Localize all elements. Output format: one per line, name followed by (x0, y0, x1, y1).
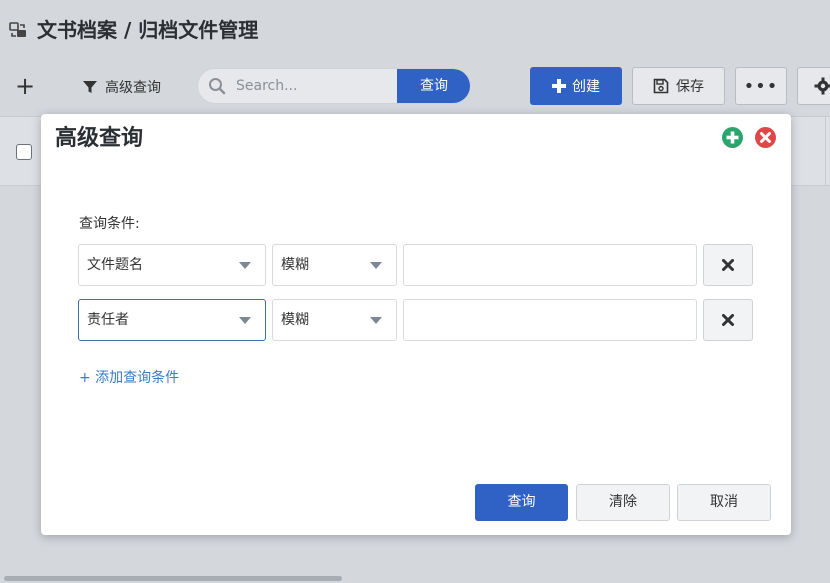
condition-label: 查询条件: (79, 216, 140, 232)
folder-link-icon (9, 22, 26, 37)
condition-row: 责任者 模糊 (78, 299, 754, 341)
condition-row: 文件题名 模糊 (78, 244, 754, 286)
search-icon (209, 78, 226, 95)
operator-select-value: 模糊 (281, 257, 309, 273)
advanced-search-dialog: 高级查询 查询条件: 文件题名 模糊 责任者 模糊 + 添加查询条件 查询 清除… (41, 114, 791, 535)
remove-condition-button[interactable] (703, 299, 753, 341)
caret-down-icon (239, 317, 251, 324)
search-button[interactable]: 查询 (397, 69, 470, 103)
clear-button[interactable]: 清除 (576, 484, 670, 521)
filter-icon (83, 81, 97, 93)
add-button[interactable]: + (13, 74, 37, 99)
advanced-search-label: 高级查询 (105, 80, 161, 96)
field-select-value: 责任者 (87, 312, 129, 328)
select-all-checkbox[interactable] (16, 144, 32, 160)
caret-down-icon (370, 317, 382, 324)
add-condition-link[interactable]: + 添加查询条件 (79, 367, 179, 387)
remove-condition-button[interactable] (703, 244, 753, 286)
caret-down-icon (370, 262, 382, 269)
search-box: 查询 (197, 68, 471, 104)
settings-button[interactable] (797, 67, 830, 105)
operator-select[interactable]: 模糊 (272, 244, 397, 286)
column-divider (825, 117, 826, 185)
save-label: 保存 (676, 79, 704, 95)
gear-icon (814, 77, 830, 95)
condition-value-input[interactable] (403, 299, 697, 341)
close-icon (722, 314, 734, 326)
query-button[interactable]: 查询 (475, 484, 568, 521)
page-title: 文书档案 / 归档文件管理 (37, 18, 259, 42)
field-select-value: 文件题名 (87, 257, 143, 273)
search-input[interactable] (236, 69, 396, 103)
create-button[interactable]: 创建 (530, 67, 622, 105)
toolbar: + 高级查询 查询 创建 保存 ••• (0, 60, 830, 116)
more-button[interactable]: ••• (735, 67, 787, 105)
advanced-search-button[interactable]: 高级查询 (82, 74, 161, 100)
caret-down-icon (239, 262, 251, 269)
create-label: 创建 (572, 79, 600, 95)
save-button[interactable]: 保存 (632, 67, 725, 105)
page-header: 文书档案 / 归档文件管理 (0, 0, 830, 60)
add-circle-icon[interactable] (722, 127, 743, 148)
dialog-title: 高级查询 (55, 126, 144, 151)
cancel-button[interactable]: 取消 (677, 484, 771, 521)
operator-select-value: 模糊 (281, 312, 309, 328)
operator-select[interactable]: 模糊 (272, 299, 397, 341)
horizontal-scrollbar[interactable] (4, 576, 342, 581)
field-select[interactable]: 责任者 (78, 299, 266, 341)
condition-value-input[interactable] (403, 244, 697, 286)
close-circle-icon[interactable] (755, 127, 776, 148)
save-icon (653, 78, 669, 94)
plus-icon (552, 79, 566, 93)
close-icon (722, 259, 734, 271)
field-select[interactable]: 文件题名 (78, 244, 266, 286)
